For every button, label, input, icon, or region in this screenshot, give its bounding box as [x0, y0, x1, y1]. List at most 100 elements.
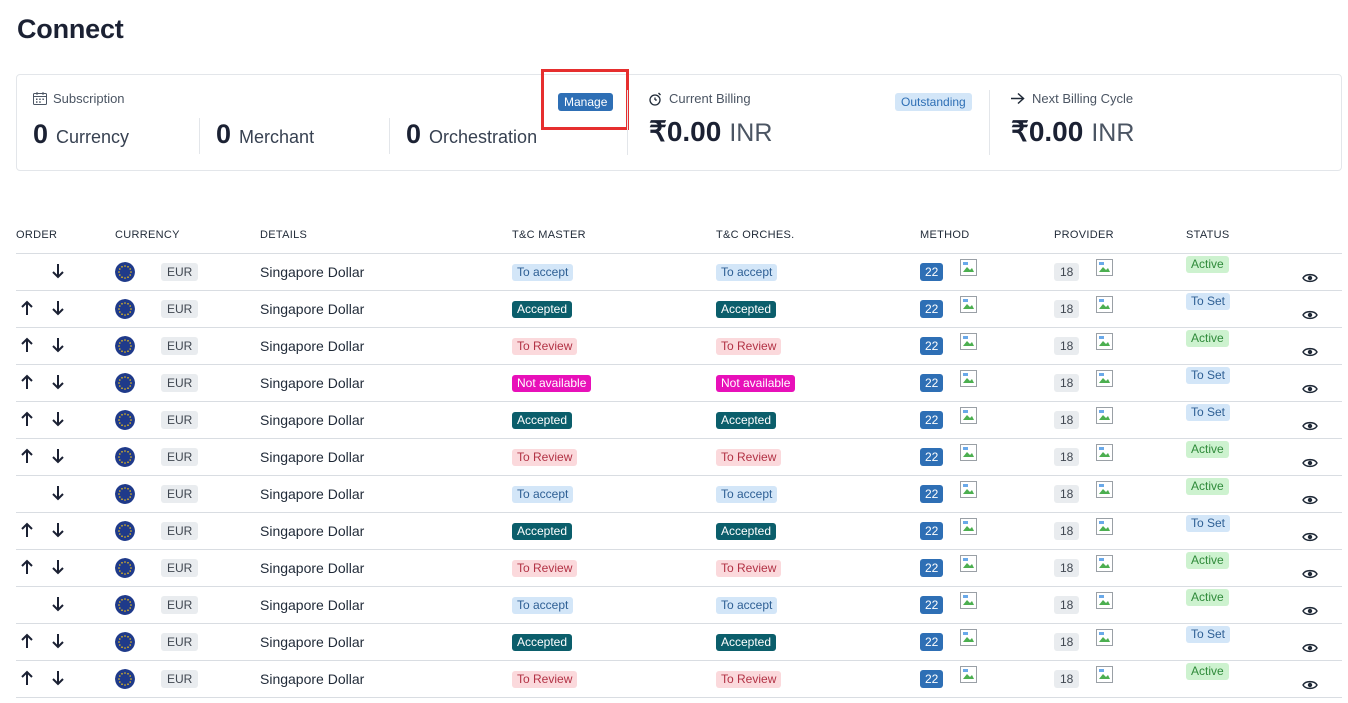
tc-orches-badge[interactable]: Not available	[716, 374, 796, 392]
move-up-icon[interactable]	[20, 300, 34, 316]
move-down-icon[interactable]	[51, 300, 65, 316]
provider-cell: 18	[1054, 549, 1186, 587]
provider-cell: 18	[1054, 364, 1186, 402]
eye-icon[interactable]	[1302, 679, 1318, 691]
method-count-badge[interactable]: 22	[920, 558, 944, 577]
tc-master-badge[interactable]: To Review	[512, 670, 578, 688]
eye-icon[interactable]	[1302, 494, 1318, 506]
tc-master-badge[interactable]: To accept	[512, 263, 574, 281]
move-down-icon[interactable]	[51, 670, 65, 686]
move-up-icon[interactable]	[20, 522, 34, 538]
tc-master-badge[interactable]: Accepted	[512, 522, 573, 540]
eye-icon[interactable]	[1302, 568, 1318, 580]
status-cell: Active	[1186, 586, 1342, 624]
move-down-icon[interactable]	[51, 559, 65, 575]
move-down-icon[interactable]	[51, 485, 65, 501]
tc-master-badge[interactable]: To Review	[512, 337, 578, 355]
move-up-icon[interactable]	[20, 337, 34, 353]
provider-count-badge[interactable]: 18	[1054, 595, 1080, 614]
method-count-badge[interactable]: 22	[920, 410, 944, 429]
provider-count-badge[interactable]: 18	[1054, 299, 1080, 318]
manage-button[interactable]: Manage	[558, 93, 614, 111]
column-header-currency[interactable]: CURRENCY	[115, 217, 260, 254]
move-down-icon[interactable]	[51, 411, 65, 427]
column-header-provider[interactable]: PROVIDER	[1054, 217, 1186, 254]
move-up-icon[interactable]	[20, 448, 34, 464]
provider-count-badge[interactable]: 18	[1054, 669, 1080, 688]
method-count-badge[interactable]: 22	[920, 447, 944, 466]
merchant-stat: 0 Merchant	[216, 119, 314, 150]
tc-master-badge[interactable]: To Review	[512, 448, 578, 466]
tc-master-badge[interactable]: To accept	[512, 485, 574, 503]
move-up-icon[interactable]	[20, 374, 34, 390]
method-count-badge[interactable]: 22	[920, 521, 944, 540]
tc-master-badge[interactable]: Accepted	[512, 633, 573, 651]
method-count-badge[interactable]: 22	[920, 632, 944, 651]
eye-icon[interactable]	[1302, 383, 1318, 395]
move-up-icon[interactable]	[20, 633, 34, 649]
move-down-icon[interactable]	[51, 522, 65, 538]
provider-count-badge[interactable]: 18	[1054, 262, 1080, 281]
provider-count-badge[interactable]: 18	[1054, 447, 1080, 466]
column-header-tc-orches[interactable]: T&C ORCHES.	[716, 217, 920, 254]
tc-master-badge[interactable]: To Review	[512, 559, 578, 577]
eye-icon[interactable]	[1302, 272, 1318, 284]
eye-icon[interactable]	[1302, 605, 1318, 617]
tc-orches-badge[interactable]: To Review	[716, 448, 782, 466]
tc-orches-cell: To Review	[716, 438, 920, 476]
eye-icon[interactable]	[1302, 531, 1318, 543]
method-count-badge[interactable]: 22	[920, 299, 944, 318]
provider-count-badge[interactable]: 18	[1054, 373, 1080, 392]
tc-orches-badge[interactable]: Accepted	[716, 300, 777, 318]
method-count-badge[interactable]: 22	[920, 262, 944, 281]
provider-count-badge[interactable]: 18	[1054, 558, 1080, 577]
method-count-badge[interactable]: 22	[920, 373, 944, 392]
tc-orches-badge[interactable]: To accept	[716, 485, 778, 503]
tc-master-badge[interactable]: To accept	[512, 596, 574, 614]
tc-orches-badge[interactable]: Accepted	[716, 411, 777, 429]
eye-icon[interactable]	[1302, 346, 1318, 358]
move-up-icon[interactable]	[20, 559, 34, 575]
tc-master-cell: To accept	[512, 586, 716, 624]
provider-count-badge[interactable]: 18	[1054, 632, 1080, 651]
tc-orches-badge[interactable]: Accepted	[716, 633, 777, 651]
provider-count-badge[interactable]: 18	[1054, 410, 1080, 429]
column-header-order[interactable]: ORDER	[16, 217, 115, 254]
tc-master-badge[interactable]: Not available	[512, 374, 592, 392]
provider-count-badge[interactable]: 18	[1054, 484, 1080, 503]
tc-orches-badge[interactable]: Accepted	[716, 522, 777, 540]
tc-master-badge[interactable]: Accepted	[512, 300, 573, 318]
tc-orches-cell: To Review	[716, 660, 920, 698]
eye-icon[interactable]	[1302, 457, 1318, 469]
move-down-icon[interactable]	[51, 374, 65, 390]
eye-icon[interactable]	[1302, 420, 1318, 432]
tc-master-badge[interactable]: Accepted	[512, 411, 573, 429]
currency-code-tag: EUR	[161, 373, 199, 392]
method-count-badge[interactable]: 22	[920, 669, 944, 688]
provider-count-badge[interactable]: 18	[1054, 336, 1080, 355]
move-down-icon[interactable]	[51, 448, 65, 464]
tc-orches-badge[interactable]: To Review	[716, 559, 782, 577]
move-down-icon[interactable]	[51, 263, 65, 279]
move-up-icon[interactable]	[20, 411, 34, 427]
column-header-tc-master[interactable]: T&C MASTER	[512, 217, 716, 254]
method-count-badge[interactable]: 22	[920, 595, 944, 614]
eye-icon[interactable]	[1302, 309, 1318, 321]
method-count-badge[interactable]: 22	[920, 336, 944, 355]
method-cell: 22	[920, 364, 1054, 402]
method-count-badge[interactable]: 22	[920, 484, 944, 503]
move-down-icon[interactable]	[51, 337, 65, 353]
tc-orches-badge[interactable]: To accept	[716, 596, 778, 614]
eye-icon[interactable]	[1302, 642, 1318, 654]
move-down-icon[interactable]	[51, 633, 65, 649]
outstanding-badge: Outstanding	[895, 93, 972, 111]
provider-count-badge[interactable]: 18	[1054, 521, 1080, 540]
move-down-icon[interactable]	[51, 596, 65, 612]
column-header-details[interactable]: DETAILS	[260, 217, 512, 254]
tc-orches-badge[interactable]: To accept	[716, 263, 778, 281]
move-up-icon[interactable]	[20, 670, 34, 686]
tc-orches-badge[interactable]: To Review	[716, 670, 782, 688]
column-header-status[interactable]: STATUS	[1186, 217, 1342, 254]
column-header-method[interactable]: METHOD	[920, 217, 1054, 254]
tc-orches-badge[interactable]: To Review	[716, 337, 782, 355]
